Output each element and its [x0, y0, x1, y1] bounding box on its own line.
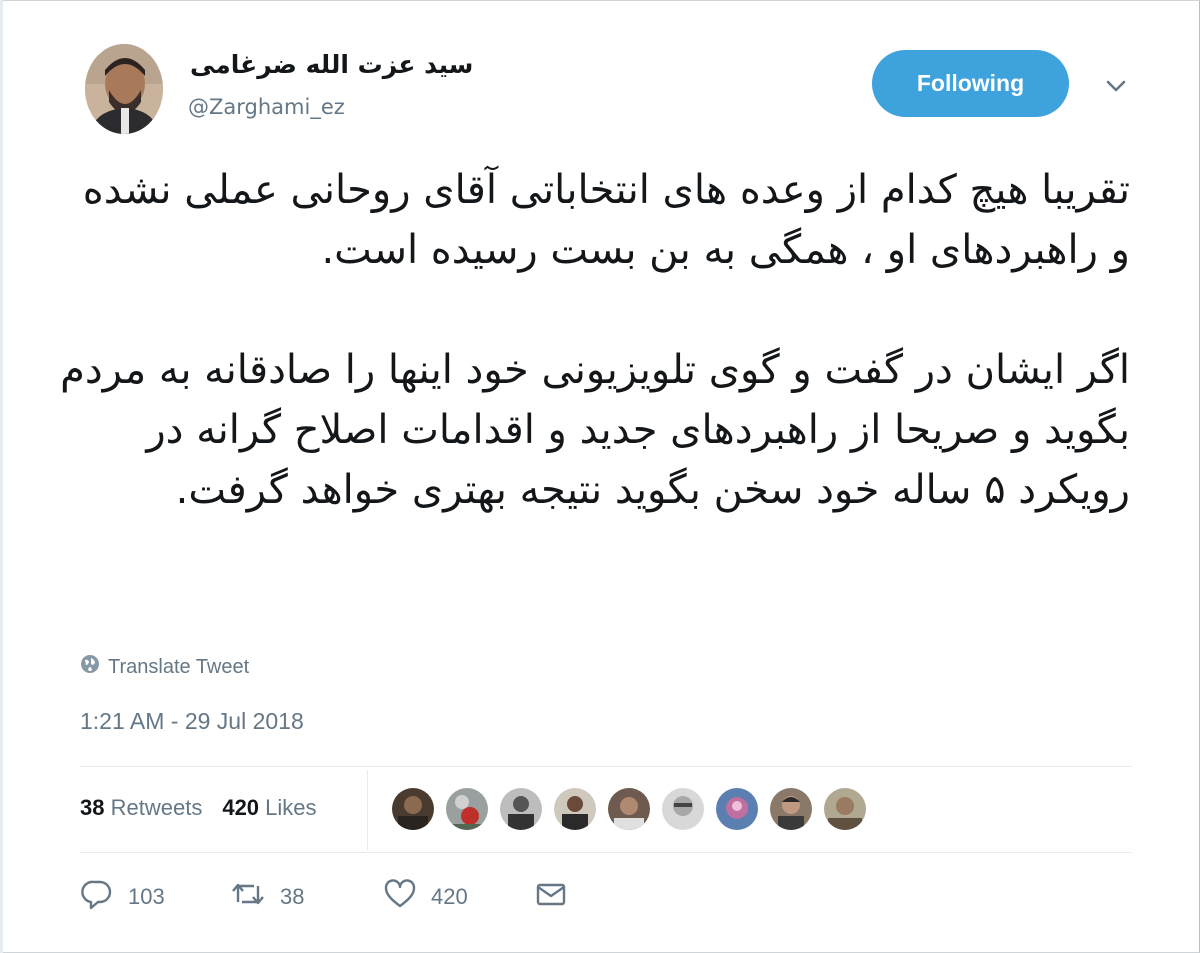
- liker-avatar[interactable]: [768, 786, 814, 832]
- likes-label: Likes: [265, 795, 317, 820]
- like-count: 420: [431, 884, 468, 909]
- retweet-icon: [230, 878, 266, 916]
- liker-avatar[interactable]: [552, 786, 598, 832]
- liker-avatar[interactable]: [714, 786, 760, 832]
- divider: [80, 766, 1132, 767]
- window-edge: [0, 0, 3, 953]
- retweets-count: 38: [80, 795, 105, 820]
- retweet-count: 38: [280, 884, 305, 909]
- reply-count: 103: [128, 884, 165, 909]
- user-handle[interactable]: @Zarghami_ez: [188, 95, 345, 119]
- liker-avatar[interactable]: [390, 786, 436, 832]
- direct-message-button[interactable]: [534, 878, 568, 916]
- retweets-label: Retweets: [110, 795, 203, 820]
- like-button[interactable]: 420: [383, 878, 468, 916]
- globe-icon: [80, 654, 100, 680]
- stats-separator: [367, 770, 368, 850]
- likers-avatars: [390, 786, 868, 832]
- tweet-paragraph: اگر ایشان در گفت و گوی تلویزیونی خود این…: [60, 347, 1130, 513]
- tweet-actions: 103 38 420: [80, 878, 600, 922]
- liker-avatar[interactable]: [660, 786, 706, 832]
- likes-stat[interactable]: 420 Likes: [222, 795, 316, 821]
- translate-label: Translate Tweet: [108, 655, 250, 678]
- reply-icon: [80, 878, 114, 916]
- envelope-icon: [534, 878, 568, 916]
- chevron-down-icon[interactable]: [1102, 74, 1130, 98]
- retweets-stat[interactable]: 38 Retweets: [80, 795, 202, 821]
- tweet-stats: 38 Retweets 420 Likes: [80, 795, 317, 821]
- liker-avatar[interactable]: [822, 786, 868, 832]
- display-name[interactable]: سید عزت الله ضرغامی: [190, 50, 510, 79]
- reply-button[interactable]: 103: [80, 878, 165, 916]
- retweet-button[interactable]: 38: [230, 878, 304, 916]
- user-avatar[interactable]: [85, 44, 163, 134]
- liker-avatar[interactable]: [498, 786, 544, 832]
- heart-icon: [383, 878, 417, 916]
- divider: [80, 852, 1132, 853]
- liker-avatar[interactable]: [444, 786, 490, 832]
- liker-avatar[interactable]: [606, 786, 652, 832]
- tweet-timestamp[interactable]: 1:21 AM - 29 Jul 2018: [80, 708, 304, 735]
- tweet-paragraph: تقریبا هیچ کدام از وعده های انتخاباتی آق…: [82, 167, 1130, 273]
- likes-count: 420: [222, 795, 260, 820]
- following-button[interactable]: Following: [872, 50, 1069, 117]
- translate-tweet-link[interactable]: Translate Tweet: [80, 654, 249, 680]
- tweet-text: تقریبا هیچ کدام از وعده های انتخاباتی آق…: [60, 160, 1130, 520]
